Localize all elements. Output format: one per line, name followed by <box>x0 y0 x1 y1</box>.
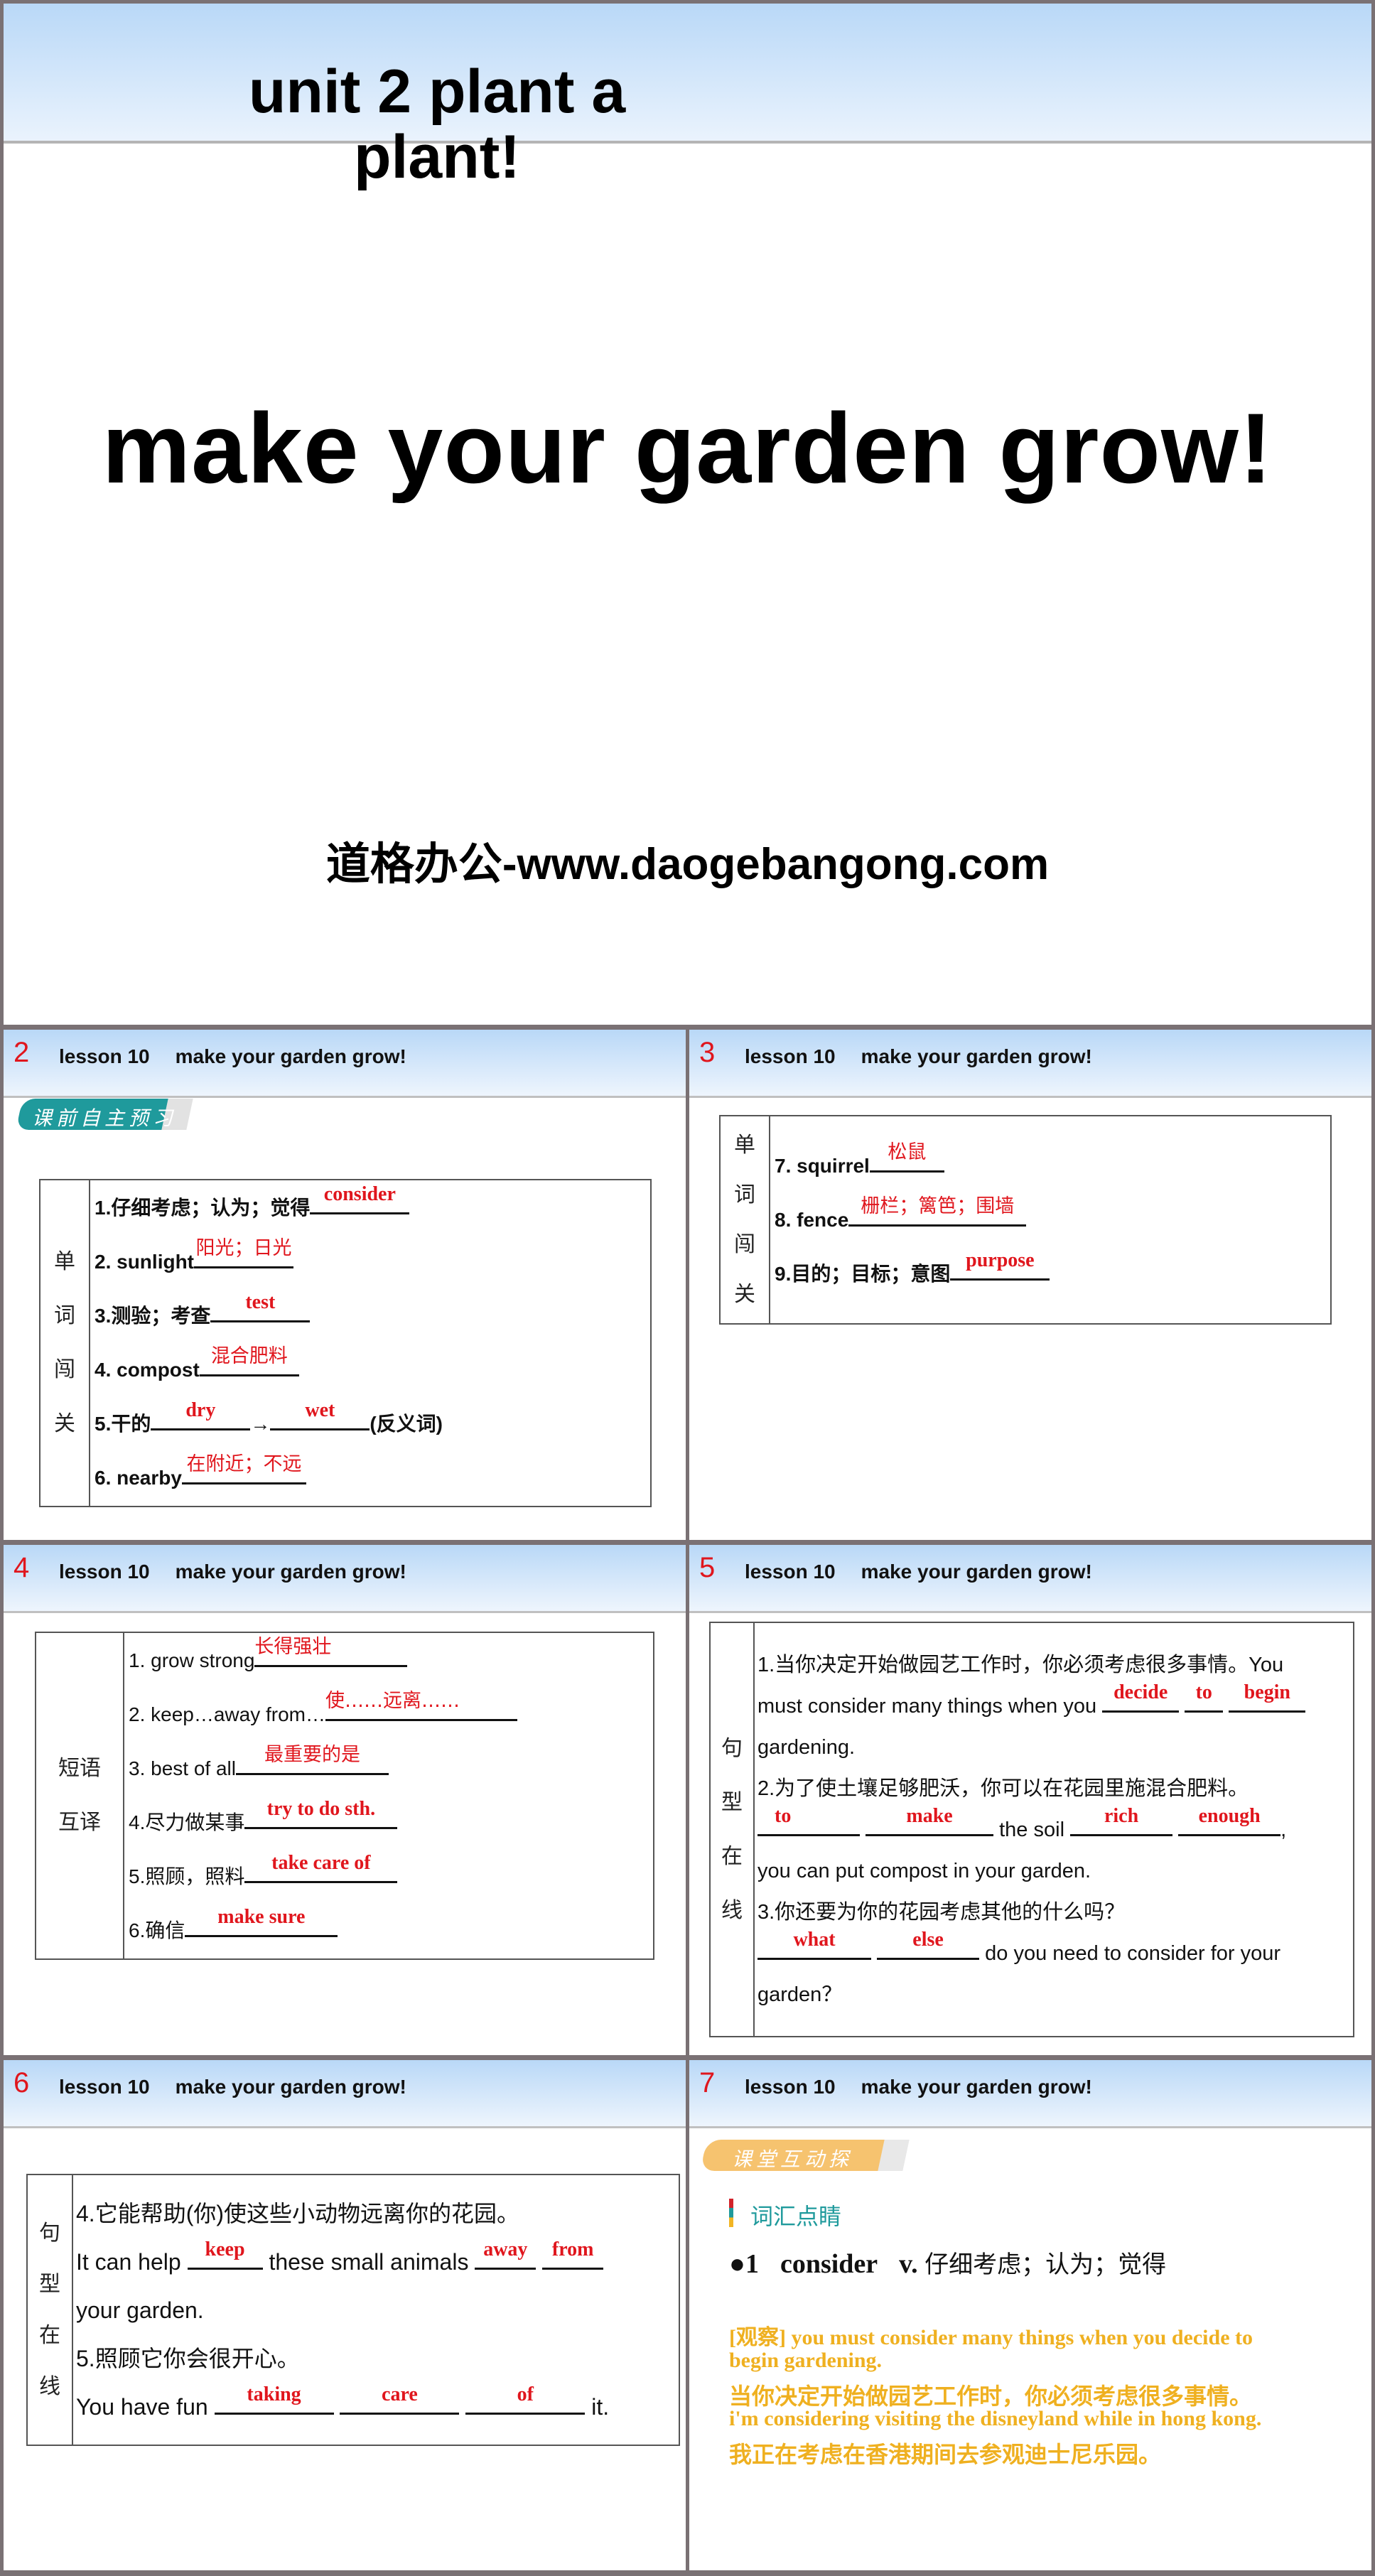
slide-header: 2 lesson 10 make your garden grow! <box>4 1030 686 1098</box>
header-title: lesson 10 make your garden grow! <box>745 1561 1092 1583</box>
slide-6: 6 lesson 10 make your garden grow! 句型在线 4… <box>4 2060 686 2570</box>
example-line: [观察] you must consider many things when … <box>729 2326 1253 2349</box>
vocab-table: 单词闯关 1.仔细考虑；认为；觉得 consider 2. sunlight 阳光；… <box>39 1179 652 1507</box>
side-label: 单词闯关 <box>39 1179 90 1507</box>
slide-7: 7 lesson 10 make your garden grow! 课堂互动探究… <box>689 2060 1371 2570</box>
phrase-table: 短语 互译 1. grow strong 长得强壮 2. keep…away fro… <box>35 1632 654 1960</box>
phrase-item: 5.照顾，照料 take care of <box>129 1850 652 1904</box>
slide-header: 3 lesson 10 make your garden grow! <box>689 1030 1371 1098</box>
header-title: lesson 10 make your garden grow! <box>59 1561 406 1583</box>
slide-2: 2 lesson 10 make your garden grow! 课前自主预习… <box>4 1030 686 1540</box>
slide-header: 6 lesson 10 make your garden grow! <box>4 2060 686 2128</box>
slide-header: 7 lesson 10 make your garden grow! <box>689 2060 1371 2128</box>
header-band <box>4 4 1371 144</box>
slide-number: 4 <box>14 1552 30 1583</box>
vocab-item: 4. compost 混合肥料 <box>95 1343 649 1397</box>
example-line: begin gardening. <box>729 2349 883 2372</box>
side-label: 句型在线 <box>26 2174 73 2446</box>
slide-number: 6 <box>14 2067 30 2098</box>
slide-4: 4 lesson 10 make your garden grow! 短语 互译 1… <box>4 1545 686 2055</box>
phrase-item: 6.确信 make sure <box>129 1904 652 1958</box>
slide-header: 4 lesson 10 make your garden grow! <box>4 1545 686 1613</box>
phrase-item: 1. grow strong 长得强壮 <box>129 1634 652 1688</box>
slide-3: 3 lesson 10 make your garden grow! 单词闯关 7… <box>689 1030 1371 1540</box>
vocab-table: 单词闯关 7. squirrel 松鼠 8. fence 栅栏；篱笆；围墙 9.目的… <box>719 1115 1332 1325</box>
slide-5: 5 lesson 10 make your garden grow! 句型在线 1… <box>689 1545 1371 2055</box>
sentence-table: 句型在线 1.当你决定开始做园艺工作时，你必须考虑很多事情。You must c… <box>709 1622 1354 2037</box>
section-tag: 课堂互动探究 <box>700 2140 910 2199</box>
sentence-table: 句型在线 4.它能帮助(你)使这些小动物远离你的花园。 It can help … <box>26 2174 680 2446</box>
section-bar-icon <box>729 2199 733 2227</box>
unit-title: unit 2 plant a plant! <box>248 58 626 191</box>
vocab-item: 2. sunlight 阳光；日光 <box>95 1235 649 1289</box>
vocab-section-title: 词汇点睛 <box>729 2199 841 2231</box>
example-line: 我正在考虑在香港期间去参观迪士尼乐园。 <box>729 2441 1162 2468</box>
vocab-item: 3.测验；考查 test <box>95 1289 649 1343</box>
section-tag: 课前自主预习 <box>16 1099 193 1130</box>
slide-number: 3 <box>699 1037 716 1068</box>
vocab-entry: ●1 consider v. 仔细考虑；认为；觉得 <box>729 2249 1167 2279</box>
vocab-item: 5.干的 dry → wet (反义词) <box>95 1399 443 1435</box>
phrase-item: 4.尽力做某事 try to do sth. <box>129 1796 652 1850</box>
side-label: 单词闯关 <box>719 1115 770 1325</box>
question-3: 3.你还要为你的花园考虑其他的什么吗？ what else do you nee… <box>757 1900 1281 2006</box>
question-2: 2.为了使土壤足够肥沃，你可以在花园里施混合肥料。 to make the so… <box>757 1777 1287 1882</box>
vocab-item: 1.仔细考虑；认为；觉得 consider <box>95 1181 649 1235</box>
slide-header: 5 lesson 10 make your garden grow! <box>689 1545 1371 1613</box>
example-line: i'm considering visiting the disneyland … <box>729 2407 1262 2430</box>
vocab-item: 8. fence 栅栏；篱笆；围墙 <box>775 1193 1330 1247</box>
side-label: 短语 互译 <box>35 1632 124 1960</box>
slide-number: 2 <box>14 1037 30 1068</box>
header-title: lesson 10 make your garden grow! <box>745 2076 1092 2098</box>
vocab-item: 7. squirrel 松鼠 <box>775 1139 1330 1193</box>
phrase-item: 2. keep…away from… 使……远离…… <box>129 1688 652 1742</box>
question-4: 4.它能帮助(你)使这些小动物远离你的花园。 It can help keep … <box>76 2189 678 2334</box>
question-5: 5.照顾它你会很开心。 You have fun taking care of … <box>76 2345 610 2420</box>
header-title: lesson 10 make your garden grow! <box>59 2076 406 2098</box>
slide-number: 5 <box>699 1552 716 1583</box>
vocab-item: 9.目的；目标；意图 purpose <box>775 1247 1330 1301</box>
header-title: lesson 10 make your garden grow! <box>59 1045 406 1067</box>
slide-number: 7 <box>699 2067 716 2098</box>
vocab-item: 6. nearby 在附近；不远 <box>95 1451 649 1505</box>
main-title: make your garden grow! <box>102 392 1273 504</box>
header-title: lesson 10 make your garden grow! <box>745 1045 1092 1067</box>
question-1: 1.当你决定开始做园艺工作时，你必须考虑很多事情。You must consid… <box>757 1644 1352 1768</box>
watermark: 道格办公-www.daogebangong.com <box>325 840 1050 889</box>
phrase-item: 3. best of all 最重要的是 <box>129 1742 652 1796</box>
side-label: 句型在线 <box>709 1622 755 2037</box>
slide-1-title: unit 2 plant a plant! make your garden g… <box>4 4 1371 1025</box>
